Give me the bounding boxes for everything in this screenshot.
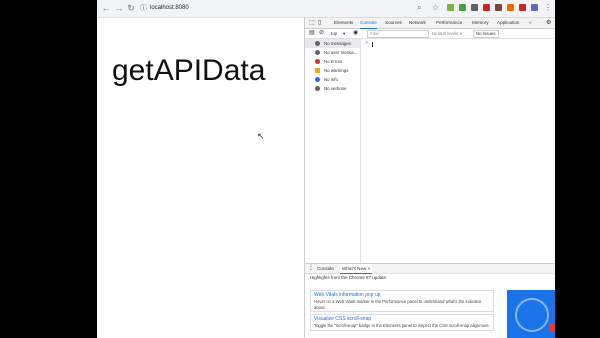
video-thumbnail[interactable] — [507, 290, 555, 338]
extension-icon[interactable] — [459, 4, 466, 11]
whats-new-card[interactable]: Web Vitals information pop up Hover on a… — [310, 290, 494, 312]
chevron-down-icon[interactable]: ▾ — [343, 29, 345, 38]
sidebar-item-label: No errors — [324, 59, 343, 64]
extension-icon[interactable] — [531, 4, 538, 11]
sidebar-item-errors[interactable]: No errors — [305, 57, 360, 66]
clear-console-icon[interactable]: ⊘ — [319, 29, 324, 38]
filter-input[interactable]: Filter — [367, 30, 429, 38]
extension-icon[interactable] — [471, 4, 478, 11]
tab-performance[interactable]: Performance — [436, 18, 462, 28]
browser-window: ← → ↻ ⓘ localhost:8080 ⌕ ☆ ⋮ getAPIData … — [97, 0, 555, 338]
sidebar-item-verbose[interactable]: No verbose — [305, 84, 360, 93]
list-icon — [315, 41, 320, 46]
tab-sources[interactable]: Sources — [385, 18, 402, 28]
page-heading: getAPIData — [112, 54, 266, 87]
sidebar-item-label: No messages — [324, 41, 351, 46]
forward-button[interactable]: → — [114, 3, 124, 13]
thumbnail-graphic — [515, 298, 549, 332]
sidebar-item-label: No warnings — [324, 68, 349, 73]
extension-icon[interactable] — [519, 4, 526, 11]
tab-application[interactable]: Application — [497, 18, 519, 28]
more-tabs-button[interactable]: » — [529, 18, 532, 28]
menu-kebab-icon[interactable]: ⋮ — [544, 3, 552, 13]
whats-new-card[interactable]: Visualize CSS scroll-snap Toggle the "sc… — [310, 314, 494, 331]
card-title[interactable]: Web Vitals information pop up — [314, 292, 490, 299]
eye-icon[interactable]: ◉ — [353, 29, 358, 38]
console-sidebar: No messages No user messa... No errors N… — [305, 39, 361, 263]
bookmark-star-icon[interactable]: ☆ — [432, 3, 439, 13]
user-icon — [315, 50, 320, 55]
device-toggle-icon[interactable]: ▯ — [318, 18, 321, 28]
mouse-cursor-icon: ↖ — [257, 131, 265, 141]
tab-console[interactable]: Console — [360, 18, 377, 29]
info-icon[interactable]: ⓘ — [140, 3, 147, 14]
verbose-icon — [315, 86, 320, 91]
url-text: localhost:8080 — [150, 5, 189, 11]
drawer-tabbar: ⋮ Console What's New × — [305, 264, 555, 274]
info-icon — [315, 77, 320, 82]
tab-elements[interactable]: Elements — [334, 18, 353, 28]
card-body: Toggle the "scroll-snap" badge in the El… — [314, 323, 490, 328]
context-selector[interactable]: top — [331, 29, 337, 38]
warning-icon — [315, 68, 320, 73]
error-icon — [315, 59, 320, 64]
card-title[interactable]: Visualize CSS scroll-snap — [314, 316, 490, 323]
zoom-icon[interactable]: ⌕ — [417, 3, 421, 13]
extension-icon[interactable] — [483, 4, 490, 11]
drawer-tab-console[interactable]: Console — [317, 264, 334, 273]
console-output[interactable]: > — [361, 39, 555, 263]
highlights-heading: Highlights from the Chrome 87 update — [310, 275, 387, 280]
back-button[interactable]: ← — [101, 3, 111, 13]
devtools-tabbar: ⬚ ▯ Elements Console Sources Network Per… — [305, 18, 555, 29]
devtools-panel: ⬚ ▯ Elements Console Sources Network Per… — [304, 18, 555, 338]
sidebar-item-user-messages[interactable]: No user messa... — [305, 48, 360, 57]
text-caret — [372, 42, 373, 47]
play-icon[interactable] — [549, 323, 555, 332]
console-toolbar: ▤ ⊘ top ▾ ◉ Filter Default levels ▾ No I… — [305, 29, 555, 39]
sidebar-item-info[interactable]: No info — [305, 75, 360, 84]
sidebar-item-label: No verbose — [324, 86, 347, 91]
console-prompt: > — [365, 40, 368, 46]
inspect-element-icon[interactable]: ⬚ — [309, 18, 315, 28]
devtools-drawer: ⋮ Console What's New × Highlights from t… — [305, 263, 555, 338]
extension-icon[interactable] — [495, 4, 502, 11]
reload-button[interactable]: ↻ — [126, 3, 136, 13]
browser-toolbar: ← → ↻ ⓘ localhost:8080 ⌕ ☆ ⋮ — [97, 0, 555, 18]
sidebar-item-warnings[interactable]: No warnings — [305, 66, 360, 75]
drawer-menu-icon[interactable]: ⋮ — [308, 264, 314, 273]
log-levels-dropdown[interactable]: Default levels ▾ — [432, 29, 462, 38]
card-body: Hover on a Web Vitals marker in the Perf… — [314, 299, 482, 310]
extension-icon[interactable] — [447, 4, 454, 11]
tab-network[interactable]: Network — [409, 18, 426, 28]
issues-button[interactable]: No Issues — [473, 30, 499, 38]
sidebar-item-label: No info — [324, 77, 338, 82]
extension-icon[interactable] — [507, 4, 514, 11]
page-content: getAPIData ↖ — [97, 18, 304, 338]
sidebar-item-messages[interactable]: No messages — [305, 39, 360, 48]
sidebar-item-label: No user messa... — [324, 50, 358, 55]
sidebar-toggle-icon[interactable]: ▤ — [309, 29, 315, 38]
tab-memory[interactable]: Memory — [472, 18, 489, 28]
address-bar[interactable]: ⓘ localhost:8080 — [138, 3, 438, 14]
settings-gear-icon[interactable]: ⚙ — [546, 18, 551, 28]
drawer-tab-whats-new[interactable]: What's New × — [340, 264, 373, 274]
